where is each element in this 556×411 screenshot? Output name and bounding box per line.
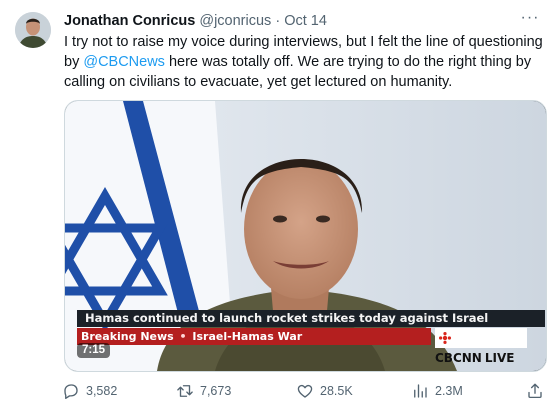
reply-icon [64, 384, 78, 400]
reply-button[interactable]: 3,582 [62, 381, 117, 401]
retweet-count: 7,673 [200, 384, 232, 398]
live-label: LIVE [484, 351, 515, 365]
author-name[interactable]: Jonathan Conricus [64, 13, 195, 29]
tweet[interactable]: Jonathan Conricus @jconricus · Oct 14 ··… [0, 0, 556, 411]
ticker-separator: • [179, 330, 187, 343]
news-lower-third: Hamas continued to launch rocket strikes… [65, 310, 546, 365]
network-name: CBCNN [435, 351, 482, 365]
reply-count: 3,582 [86, 384, 118, 398]
news-ticker: Breaking News • Israel-Hamas War [77, 328, 431, 345]
more-icon[interactable]: ··· [518, 8, 542, 32]
like-button[interactable]: 28.5K [296, 381, 353, 401]
ticker-topic: Israel-Hamas War [192, 330, 303, 343]
action-bar: 3,582 7,673 28.5K 2.3M [60, 381, 550, 401]
author-handle[interactable]: @jconricus [199, 13, 271, 29]
ticker-label: Breaking News [81, 330, 174, 343]
video-duration: 7:15 [77, 343, 111, 358]
share-button[interactable] [526, 381, 550, 401]
maple-gem-icon [439, 331, 451, 344]
tweet-text: I try not to raise my voice during inter… [64, 32, 549, 92]
network-logo: CBCNN LIVE [435, 328, 527, 365]
retweet-icon [177, 385, 193, 397]
retweet-button[interactable]: 7,673 [176, 381, 231, 401]
views-count: 2.3M [435, 384, 463, 398]
mention-link[interactable]: @CBCNews [83, 54, 165, 70]
avatar[interactable] [15, 12, 51, 48]
tweet-header: Jonathan Conricus @jconricus · Oct 14 ··… [64, 8, 542, 32]
tweet-date[interactable]: Oct 14 [284, 13, 327, 29]
header-separator: · [275, 13, 281, 29]
avatar-image [15, 12, 51, 48]
views-icon [414, 384, 427, 398]
video-player[interactable]: Hamas continued to launch rocket strikes… [64, 100, 547, 372]
news-headline: Hamas continued to launch rocket strikes… [77, 310, 545, 327]
like-icon [297, 384, 313, 398]
like-count: 28.5K [320, 384, 353, 398]
views-button[interactable]: 2.3M [411, 381, 463, 401]
share-icon [528, 383, 542, 399]
